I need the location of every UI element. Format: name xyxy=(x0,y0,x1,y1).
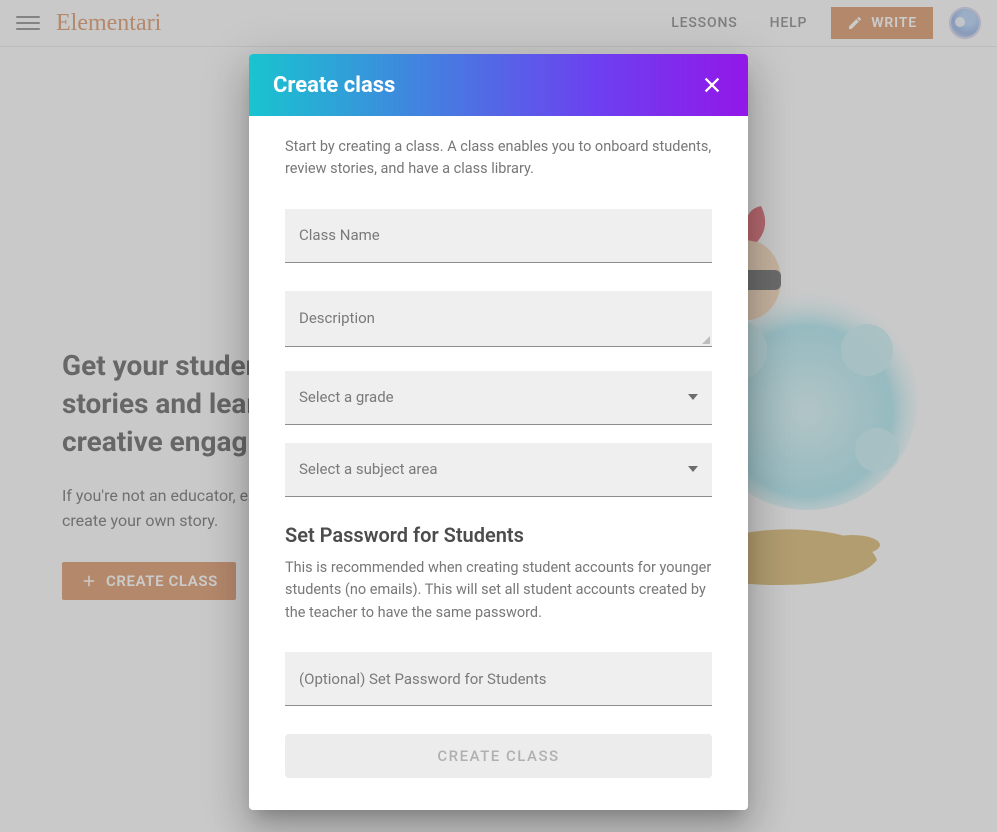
password-section-desc: This is recommended when creating studen… xyxy=(285,557,712,624)
description-label: Description xyxy=(299,309,375,327)
password-label: (Optional) Set Password for Students xyxy=(299,670,547,688)
class-name-field[interactable]: Class Name xyxy=(285,209,712,263)
modal-title: Create class xyxy=(273,73,395,98)
modal-body: Start by creating a class. A class enabl… xyxy=(249,116,748,778)
class-name-label: Class Name xyxy=(299,226,380,244)
close-button[interactable] xyxy=(700,73,724,97)
create-class-submit-button[interactable]: CREATE CLASS xyxy=(285,734,712,778)
create-class-submit-label: CREATE CLASS xyxy=(437,747,559,765)
grade-select-label: Select a grade xyxy=(299,388,394,406)
chevron-down-icon xyxy=(688,466,698,472)
subject-select-label: Select a subject area xyxy=(299,460,438,478)
close-icon xyxy=(701,74,723,96)
create-class-modal: Create class Start by creating a class. … xyxy=(249,54,748,810)
chevron-down-icon xyxy=(688,394,698,400)
password-field[interactable]: (Optional) Set Password for Students xyxy=(285,652,712,706)
subject-select[interactable]: Select a subject area xyxy=(285,443,712,497)
description-field[interactable]: Description xyxy=(285,291,712,347)
modal-header: Create class xyxy=(249,54,748,116)
modal-intro-text: Start by creating a class. A class enabl… xyxy=(285,136,712,181)
password-section-title: Set Password for Students xyxy=(285,523,712,547)
grade-select[interactable]: Select a grade xyxy=(285,371,712,425)
